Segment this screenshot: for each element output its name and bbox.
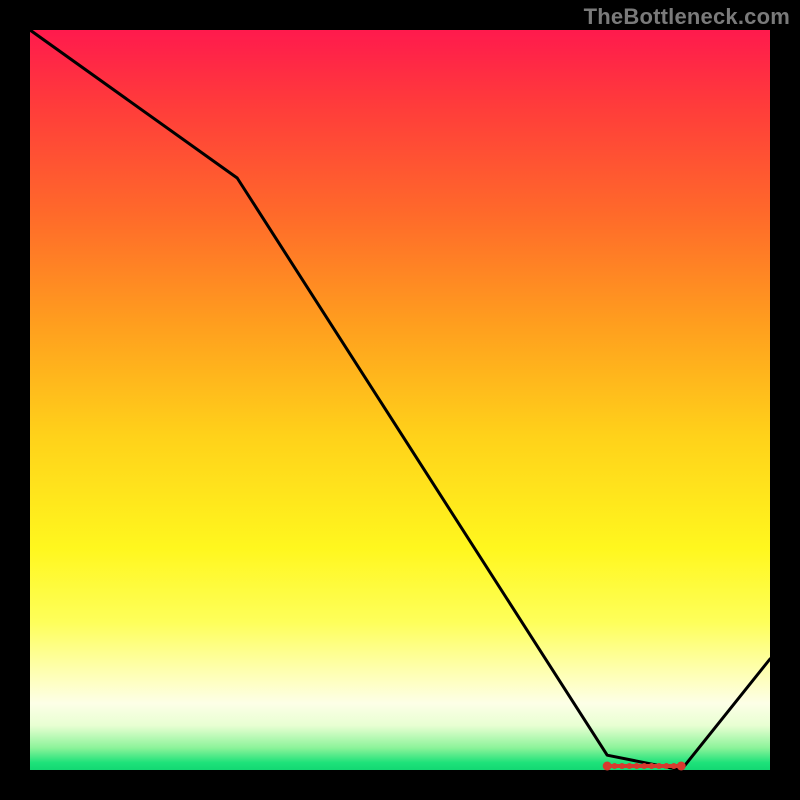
range-marker (641, 763, 647, 769)
range-marker (634, 763, 640, 769)
plot-area (30, 30, 770, 770)
range-marker (603, 762, 612, 771)
watermark-text: TheBottleneck.com (584, 4, 790, 30)
range-marker (671, 763, 677, 769)
range-marker (677, 762, 686, 771)
curve-path (30, 30, 770, 770)
range-marker (626, 763, 632, 769)
range-marker (656, 763, 662, 769)
range-marker (612, 763, 618, 769)
bottleneck-curve (30, 30, 770, 770)
chart-overlay (30, 30, 770, 770)
range-marker (619, 763, 625, 769)
range-marker (649, 763, 655, 769)
chart-container: TheBottleneck.com (0, 0, 800, 800)
range-marker (663, 763, 669, 769)
